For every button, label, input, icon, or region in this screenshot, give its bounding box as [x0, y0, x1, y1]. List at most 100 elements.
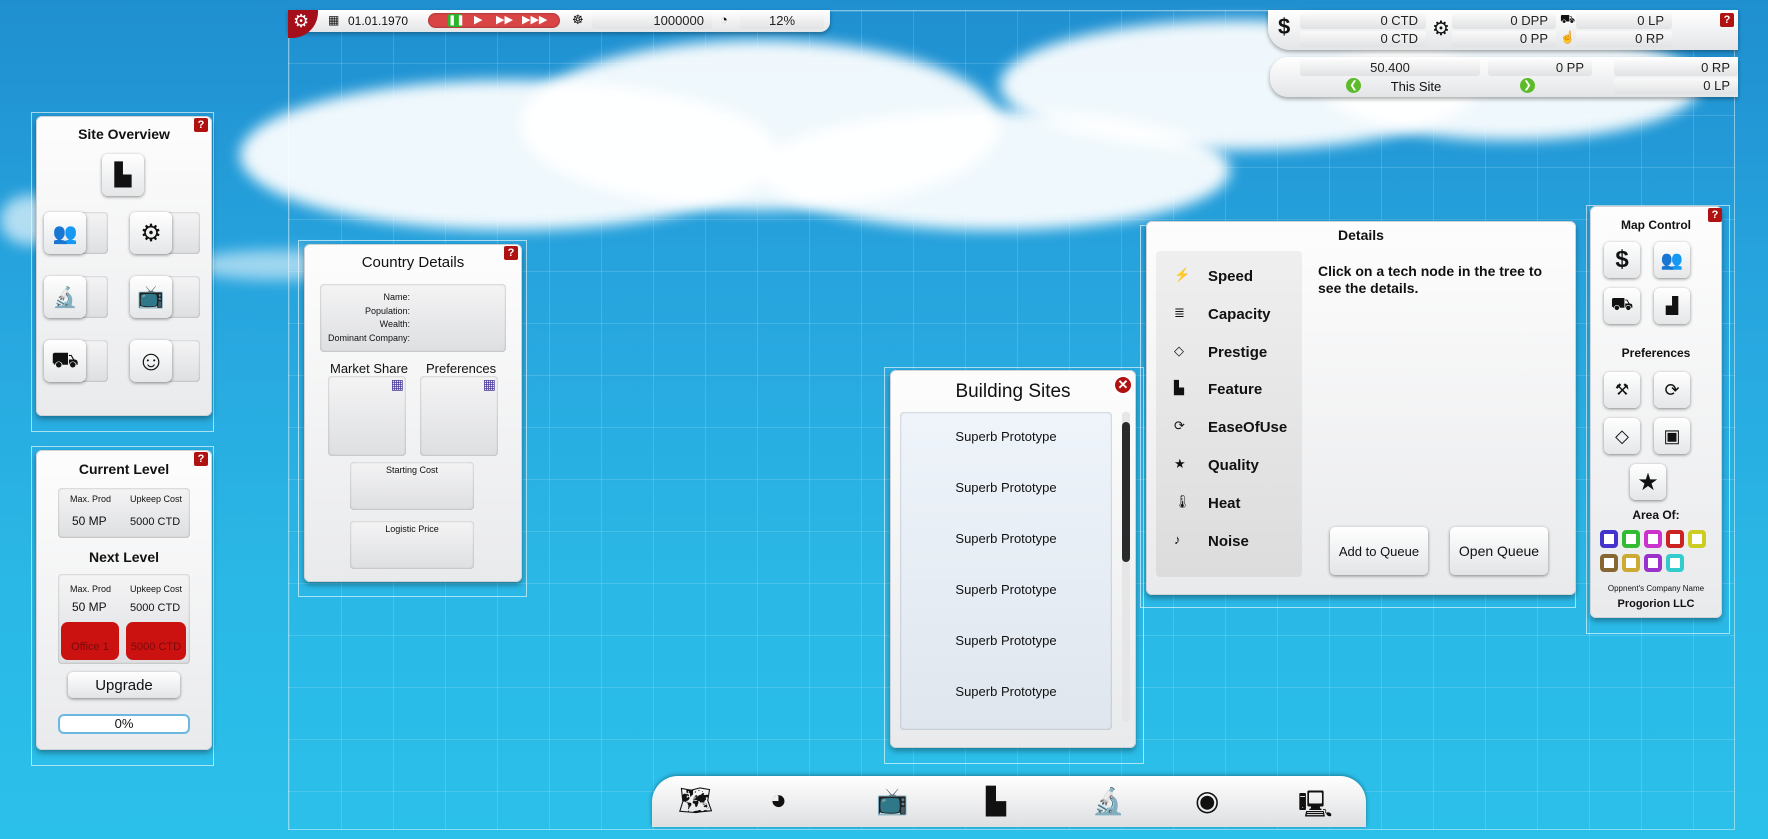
area-swatch[interactable] [1622, 530, 1640, 548]
map-control-panel: ? Map Control $ 👥 ⛟ ▟ Preferences ⚒ ⟳ ◇ … [1590, 206, 1722, 618]
category-prestige[interactable]: ◇ Prestige [1156, 337, 1302, 367]
diamond-icon: ◇ [1615, 425, 1629, 446]
list-scrollbar[interactable] [1122, 412, 1130, 722]
fastest-button[interactable]: ▶▶▶ [522, 13, 547, 26]
star-icon: ★ [1637, 468, 1659, 496]
factory-icon: ▙ [114, 162, 132, 187]
area-swatch[interactable] [1622, 554, 1640, 572]
next-site-button[interactable]: ❯ [1520, 78, 1535, 93]
play-button[interactable]: ▶ [474, 13, 482, 26]
factory-button[interactable]: ▙ [102, 154, 144, 196]
ctd-value-2: 0 CTD [1300, 31, 1426, 47]
details-title: Details [1338, 227, 1384, 243]
category-icon: 🌡 [1174, 493, 1191, 509]
building-site-item[interactable]: Superb Prototype [900, 667, 1112, 717]
close-button[interactable]: ✕ [1113, 375, 1133, 395]
ease-pref-button[interactable]: ⟳ [1654, 372, 1690, 408]
production-button[interactable]: ⚙ [130, 212, 172, 254]
gears-icon: ⚙ [140, 219, 162, 247]
happiness-button[interactable]: ☺ [130, 340, 172, 382]
cycle-icon: ⟳ [1664, 379, 1680, 400]
timer-icon: ◔ [720, 12, 728, 27]
world-map-button[interactable]: 🗺 [678, 784, 714, 817]
category-easeofuse[interactable]: ⟳ EaseOfUse [1156, 412, 1302, 442]
pp-value-1: 0 PP [1452, 31, 1556, 47]
area-swatch[interactable] [1644, 530, 1662, 548]
building-site-item[interactable]: Superb Prototype [900, 514, 1112, 564]
dpp-value: 0 DPP [1452, 13, 1556, 29]
ctd-value-1: 0 CTD [1300, 13, 1426, 29]
category-quality[interactable]: ★ Quality [1156, 450, 1302, 480]
pp-value-2: 0 PP [1488, 60, 1592, 76]
pie-chart-button[interactable]: ◕ [770, 784, 787, 816]
people-icon: 👥 [52, 222, 78, 245]
lp-value-1: 0 LP [1576, 13, 1672, 29]
category-label: Prestige [1208, 343, 1268, 361]
prev-site-button[interactable]: ❮ [1346, 78, 1361, 93]
open-queue-button[interactable]: Open Queue [1450, 527, 1548, 575]
area-swatch[interactable] [1600, 554, 1618, 572]
details-message: Click on a tech node in the tree to see … [1318, 263, 1543, 296]
category-noise[interactable]: ♪ Noise [1156, 526, 1302, 556]
scrollbar-thumb[interactable] [1122, 422, 1130, 562]
resource-panel: $ 0 CTD 0 CTD ⚙ 0 DPP 0 PP ⛟ ☝ 0 LP 0 RP… [1268, 10, 1738, 50]
logistics-map-button[interactable]: ⛟ [1604, 288, 1640, 324]
site-resource-panel: 50.400 0 PP 0 RP 0 LP ❮ This Site ❯ [1270, 57, 1738, 97]
table-icon[interactable]: ▦ [391, 376, 404, 393]
building-site-item[interactable]: Superb Prototype [900, 616, 1112, 666]
category-feature[interactable]: ▙ Feature [1156, 374, 1302, 404]
upgrade-button[interactable]: Upgrade [68, 672, 180, 698]
resources-help-icon[interactable]: ? [1720, 13, 1734, 27]
disc-dock-button[interactable]: ◉ [1195, 784, 1219, 817]
market-share-label: Market Share [330, 361, 409, 376]
area-swatch[interactable] [1600, 530, 1618, 548]
population-map-button[interactable]: 👥 [1654, 242, 1690, 278]
pause-button[interactable]: ❚❚ [448, 14, 465, 27]
research-button[interactable]: 🔬 [44, 276, 86, 318]
building-site-item[interactable]: Superb Prototype [900, 565, 1112, 615]
wealth-label: Wealth: [379, 319, 410, 329]
category-heat[interactable]: 🌡 Heat [1156, 488, 1302, 518]
fast-button[interactable]: ▶▶ [496, 13, 513, 26]
marketing-button[interactable]: 📺 [130, 276, 172, 318]
starting-cost-box: Starting Cost [350, 462, 474, 510]
area-swatch[interactable] [1666, 530, 1684, 548]
logistics-button[interactable]: ⛟ [44, 340, 86, 382]
upgrade-progress: 0% [58, 714, 190, 734]
category-label: Capacity [1208, 305, 1271, 323]
category-capacity[interactable]: ≣ Capacity [1156, 299, 1302, 329]
people-icon: 👥 [1660, 249, 1684, 270]
chip-icon: ▣ [1663, 425, 1681, 446]
marketing-dock-button[interactable]: 📺 [876, 786, 908, 817]
prestige-pref-button[interactable]: ◇ [1604, 418, 1640, 454]
smiley-icon: ☺ [136, 345, 166, 376]
area-swatch[interactable] [1666, 554, 1684, 572]
percent-value: 12% [740, 13, 824, 29]
money-map-button[interactable]: $ [1604, 242, 1640, 278]
factory-dock-button[interactable]: ▙ [986, 786, 1006, 817]
staff-button[interactable]: 👥 [44, 212, 86, 254]
building-site-item[interactable]: Superb Prototype [900, 412, 1112, 462]
details-panel: Details ⚡ Speed ≣ Capacity ◇ Prestige ▙ Feature… [1146, 221, 1576, 595]
research-dock-button[interactable]: 🔬 [1092, 786, 1124, 817]
area-swatch[interactable] [1644, 554, 1662, 572]
country-info-box: Name: Population: Wealth: Dominant Compa… [320, 284, 506, 352]
preferences-box: ▦ [420, 376, 498, 456]
ranking-map-button[interactable]: ▟ [1654, 288, 1690, 324]
quality-pref-button[interactable]: ★ [1630, 464, 1666, 500]
area-of-title: Area Of: [1632, 508, 1680, 522]
cost-requirement: 5000 CTD [126, 622, 186, 660]
chip-pref-button[interactable]: ▣ [1654, 418, 1690, 454]
table-icon[interactable]: ▦ [483, 376, 496, 393]
building-site-item[interactable]: Superb Prototype [900, 463, 1112, 513]
next-upkeep-value: 5000 CTD [130, 602, 181, 614]
add-to-queue-button[interactable]: Add to Queue [1330, 527, 1428, 575]
computer-dock-button[interactable]: 🖳 [1298, 786, 1333, 830]
market-share-box: ▦ [328, 376, 406, 456]
map-control-title: Map Control [1621, 218, 1691, 232]
feature-pref-button[interactable]: ⚒ [1604, 372, 1640, 408]
area-swatch[interactable] [1688, 530, 1706, 548]
starting-cost-label: Starting Cost [385, 465, 439, 475]
category-speed[interactable]: ⚡ Speed [1156, 261, 1302, 291]
building-sites-list: Superb Prototype Superb Prototype Superb P… [900, 412, 1112, 730]
